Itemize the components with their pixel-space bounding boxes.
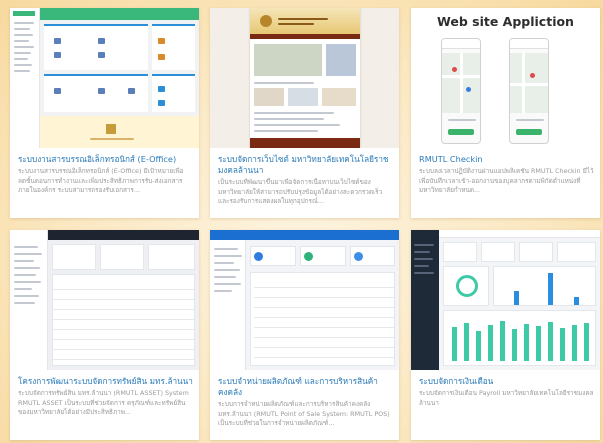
project-description: ระบบลงเวลาปฏิบัติงานผ่านแอปพลิเคชัน RMUT… (419, 167, 594, 195)
project-title[interactable]: RMUTL Checkin (419, 154, 594, 165)
screenshot-heading: Web site Appliction (437, 14, 574, 29)
project-description: ระบบจัดการทรัพย์สิน มทร.ล้านนา (RMUTL AS… (18, 389, 189, 417)
project-title[interactable]: ระบบจัดการเว็บไซต์ มหาวิทยาลัยเทคโนโลยีร… (218, 154, 393, 176)
project-description: ระบบงานสารบรรณอิเล็กทรอนิกส์ (E-Office) … (18, 167, 184, 195)
project-card-asset[interactable]: โครงการพัฒนาระบบจัดการทรัพย์สิน มทร.ล้าน… (10, 230, 199, 440)
project-card-checkin[interactable]: Web site Appliction RMUTL Checkin ระบบลง… (411, 8, 600, 218)
project-card-pos[interactable]: ระบบจำหน่ายผลิตภัณฑ์ และการบริหารสินค้าค… (210, 230, 399, 440)
project-screenshot: Web site Appliction (411, 8, 600, 148)
project-card-website[interactable]: ระบบจัดการเว็บไซต์ มหาวิทยาลัยเทคโนโลยีร… (210, 8, 399, 218)
project-grid: ระบบงานสารบรรณอิเล็กทรอนิกส์ (E-Office) … (10, 8, 600, 440)
project-card-payroll[interactable]: ระบบจัดการเงินเดือน ระบบจัดการเงินเดือน … (411, 230, 600, 440)
project-title[interactable]: ระบบงานสารบรรณอิเล็กทรอนิกส์ (E-Office) (18, 154, 193, 165)
project-description: ระบบจัดการเงินเดือน Payroll มหาวิทยาลัยเ… (419, 389, 594, 407)
project-screenshot (10, 230, 199, 370)
project-screenshot (210, 230, 399, 370)
project-screenshot (411, 230, 600, 370)
project-title[interactable]: ระบบจำหน่ายผลิตภัณฑ์ และการบริหารสินค้าค… (218, 376, 393, 398)
project-description: เป็นระบบที่พัฒนาขึ้นมาเพื่อจัดการเนื้อหา… (218, 178, 383, 206)
project-screenshot (10, 8, 199, 148)
project-description: ระบบการจำหน่ายผลิตภัณฑ์และการบริหารสินค้… (218, 400, 390, 428)
project-screenshot (210, 8, 399, 148)
project-title[interactable]: โครงการพัฒนาระบบจัดการทรัพย์สิน มทร.ล้าน… (18, 376, 193, 387)
project-card-e-office[interactable]: ระบบงานสารบรรณอิเล็กทรอนิกส์ (E-Office) … (10, 8, 199, 218)
project-title[interactable]: ระบบจัดการเงินเดือน (419, 376, 594, 387)
